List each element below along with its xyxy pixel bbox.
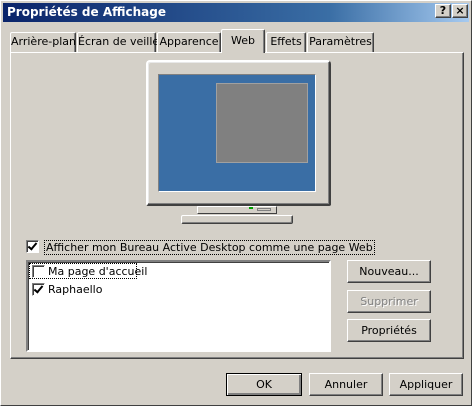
checkmark-icon <box>33 283 44 294</box>
monitor-stand <box>181 215 293 224</box>
power-led-icon <box>249 207 253 209</box>
new-button[interactable]: Nouveau... <box>347 260 431 283</box>
tab-apparence[interactable]: Apparence <box>157 32 221 52</box>
button-label: Supprimer <box>360 295 418 308</box>
tab-label: Arrière-plan <box>11 35 76 48</box>
close-button[interactable]: × <box>452 4 468 18</box>
checkmark-icon <box>27 240 38 251</box>
item-checkbox-raphaello[interactable] <box>32 283 45 296</box>
apply-button[interactable]: Appliquer <box>389 373 463 396</box>
window-title: Propriétés de Affichage <box>7 5 166 19</box>
close-icon: × <box>455 4 465 17</box>
ok-button[interactable]: OK <box>226 373 302 396</box>
display-properties-window: Propriétés de Affichage ? × Arrière-plan… <box>0 0 472 406</box>
delete-button[interactable]: Supprimer <box>347 290 431 313</box>
tab-ecran-de-veille[interactable]: Écran de veille <box>77 32 160 52</box>
help-icon: ? <box>439 4 447 17</box>
tab-web[interactable]: Web <box>221 29 265 53</box>
active-desktop-label[interactable]: Afficher mon Bureau Active Desktop comme… <box>44 240 375 255</box>
tab-label: Écran de veille <box>78 35 160 48</box>
tab-effets[interactable]: Effets <box>266 32 306 52</box>
active-desktop-checkbox[interactable] <box>26 240 39 253</box>
monitor-button-icon <box>257 208 271 211</box>
tab-label: Paramètres <box>309 35 372 48</box>
tab-label: Apparence <box>159 35 219 48</box>
tab-label: Web <box>231 34 255 47</box>
list-item-label[interactable]: Raphaello <box>48 283 102 296</box>
button-label: Nouveau... <box>359 265 419 278</box>
cancel-button[interactable]: Annuler <box>309 373 383 396</box>
properties-button[interactable]: Propriétés <box>347 319 431 342</box>
title-bar[interactable]: Propriétés de Affichage <box>3 3 469 22</box>
button-label: OK <box>256 378 272 391</box>
button-label: Appliquer <box>399 378 453 391</box>
tab-arriere-plan[interactable]: Arrière-plan <box>10 32 76 52</box>
button-label: Annuler <box>324 378 368 391</box>
tab-parametres[interactable]: Paramètres <box>307 32 374 52</box>
tab-label: Effets <box>270 35 302 48</box>
list-item-label[interactable]: Ma page d'accueil <box>48 265 147 278</box>
help-button[interactable]: ? <box>435 4 451 18</box>
active-desktop-item-preview <box>216 83 308 163</box>
button-label: Propriétés <box>361 324 417 337</box>
